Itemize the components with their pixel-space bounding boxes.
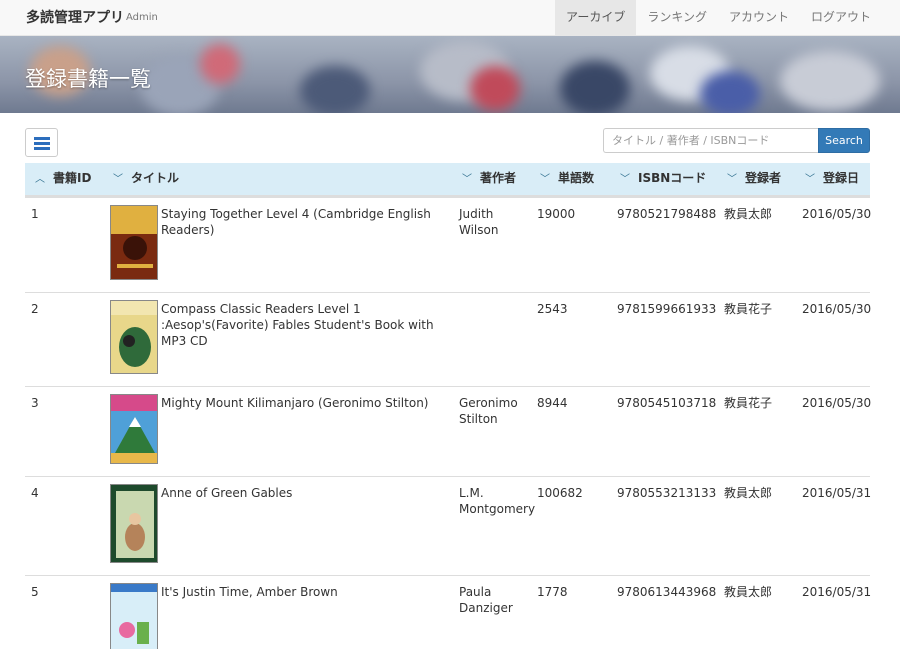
chevron-down-icon: ﹀ xyxy=(540,174,550,185)
nav-item-archive[interactable]: アーカイブ xyxy=(555,0,637,36)
book-registered-date: 2016/05/31 xyxy=(802,486,872,500)
book-registered-date: 2016/05/30 xyxy=(802,396,872,410)
table-row[interactable]: 2 Compass Classic Readers Level 1 :Aesop… xyxy=(25,292,872,386)
table-row[interactable]: 5 It's Justin Time, Amber Brown Paula Da… xyxy=(25,575,872,649)
book-cover-art xyxy=(111,395,157,463)
banner-blur-shape xyxy=(780,51,880,111)
column-header-registrant[interactable]: ﹀ 登録者 xyxy=(727,163,781,195)
book-registrant: 教員太郎 xyxy=(724,207,773,221)
book-registered-date: 2016/05/30 xyxy=(802,207,872,221)
column-header-label: タイトル xyxy=(131,171,180,185)
book-registered-date: 2016/05/31 xyxy=(802,585,872,599)
book-registrant: 教員太郎 xyxy=(724,585,773,599)
book-title[interactable]: Staying Together Level 4 (Cambridge Engl… xyxy=(161,206,451,238)
navbar: 多読管理アプリ Admin アーカイブ ランキング アカウント ログアウト xyxy=(0,0,900,36)
chevron-down-icon: ﹀ xyxy=(727,174,737,185)
list-view-button[interactable] xyxy=(25,128,58,157)
column-header-label: 単語数 xyxy=(558,171,595,185)
book-cover-image[interactable] xyxy=(110,205,158,280)
column-header-label: 著作者 xyxy=(480,171,517,185)
book-isbn: 9780553213133 xyxy=(617,486,717,500)
book-registered-date: 2016/05/30 xyxy=(802,302,872,316)
brand-title[interactable]: 多読管理アプリ xyxy=(26,0,124,36)
table-row[interactable]: 3 Mighty Mount Kilimanjaro (Geronimo Sti… xyxy=(25,386,872,476)
banner-blur-shape xyxy=(300,66,370,113)
book-title[interactable]: Mighty Mount Kilimanjaro (Geronimo Stilt… xyxy=(161,395,451,411)
book-cover-image[interactable] xyxy=(110,394,158,464)
column-header-author[interactable]: ﹀ 著作者 xyxy=(462,163,516,195)
book-isbn: 9780545103718 xyxy=(617,396,717,410)
column-header-words[interactable]: ﹀ 単語数 xyxy=(540,163,594,195)
book-isbn: 9780521798488 xyxy=(617,207,717,221)
book-registrant: 教員太郎 xyxy=(724,486,773,500)
book-id: 1 xyxy=(31,207,39,221)
column-header-title[interactable]: ﹀ タイトル xyxy=(113,163,179,195)
nav-item-account[interactable]: アカウント xyxy=(718,0,800,36)
column-header-label: 書籍ID xyxy=(53,171,92,185)
book-registrant: 教員花子 xyxy=(724,396,773,410)
banner-blur-shape xyxy=(560,61,630,113)
page-title: 登録書籍一覧 xyxy=(25,67,151,91)
banner-blur-shape xyxy=(470,66,520,111)
book-word-count: 8944 xyxy=(537,396,568,410)
list-icon xyxy=(34,147,50,150)
column-header-isbn[interactable]: ﹀ ISBNコード xyxy=(620,163,706,195)
book-isbn: 9781599661933 xyxy=(617,302,717,316)
book-registrant: 教員花子 xyxy=(724,302,773,316)
book-cover-art xyxy=(111,206,157,279)
book-isbn: 9780613443968 xyxy=(617,585,717,599)
book-author: Paula Danziger xyxy=(459,585,513,615)
book-author: Judith Wilson xyxy=(459,207,499,237)
book-cover-art xyxy=(111,584,157,649)
column-header-label: ISBNコード xyxy=(638,171,707,185)
table-row[interactable]: 4 Anne of Green Gables L.M. Montgomery 1… xyxy=(25,476,872,575)
book-author: L.M. Montgomery xyxy=(459,486,536,516)
book-word-count: 19000 xyxy=(537,207,576,221)
chevron-down-icon: ﹀ xyxy=(462,174,472,185)
chevron-down-icon: ﹀ xyxy=(620,174,630,185)
book-id: 5 xyxy=(31,585,39,599)
column-header-label: 登録者 xyxy=(745,171,782,185)
list-icon xyxy=(34,142,50,145)
book-title[interactable]: Anne of Green Gables xyxy=(161,485,451,501)
book-word-count: 2543 xyxy=(537,302,568,316)
list-icon xyxy=(34,137,50,140)
book-title[interactable]: Compass Classic Readers Level 1 :Aesop's… xyxy=(161,301,451,349)
nav-item-logout[interactable]: ログアウト xyxy=(800,0,882,36)
search-button[interactable]: Search xyxy=(818,128,870,153)
brand-subtitle: Admin xyxy=(126,12,158,23)
book-id: 3 xyxy=(31,396,39,410)
chevron-up-icon: ︿ xyxy=(35,174,45,185)
nav-item-ranking[interactable]: ランキング xyxy=(636,0,718,36)
banner-blur-shape xyxy=(700,71,760,113)
chevron-down-icon: ﹀ xyxy=(113,174,123,185)
book-cover-art xyxy=(111,301,157,373)
book-title[interactable]: It's Justin Time, Amber Brown xyxy=(161,584,451,600)
table-row[interactable]: 1 Staying Together Level 4 (Cambridge En… xyxy=(25,197,872,292)
book-cover-image[interactable] xyxy=(110,300,158,374)
chevron-down-icon: ﹀ xyxy=(805,174,815,185)
book-id: 2 xyxy=(31,302,39,316)
column-header-date[interactable]: ﹀ 登録日 xyxy=(805,163,859,195)
book-word-count: 100682 xyxy=(537,486,583,500)
search-input[interactable] xyxy=(603,128,818,153)
book-cover-image[interactable] xyxy=(110,484,158,563)
nav-menu: アーカイブ ランキング アカウント ログアウト xyxy=(555,0,882,36)
column-header-label: 登録日 xyxy=(823,171,860,185)
book-author: Geronimo Stilton xyxy=(459,396,518,426)
table-header: ︿ 書籍ID ﹀ タイトル ﹀ 著作者 ﹀ 単語数 ﹀ ISBNコード ﹀ 登録者 ﹀ 登録日 xyxy=(25,163,870,197)
book-id: 4 xyxy=(31,486,39,500)
header-banner: 登録書籍一覧 xyxy=(0,36,900,113)
column-header-id[interactable]: ︿ 書籍ID xyxy=(35,163,91,195)
banner-blur-shape xyxy=(200,44,240,84)
book-cover-art xyxy=(111,485,157,562)
book-cover-image[interactable] xyxy=(110,583,158,649)
book-word-count: 1778 xyxy=(537,585,568,599)
